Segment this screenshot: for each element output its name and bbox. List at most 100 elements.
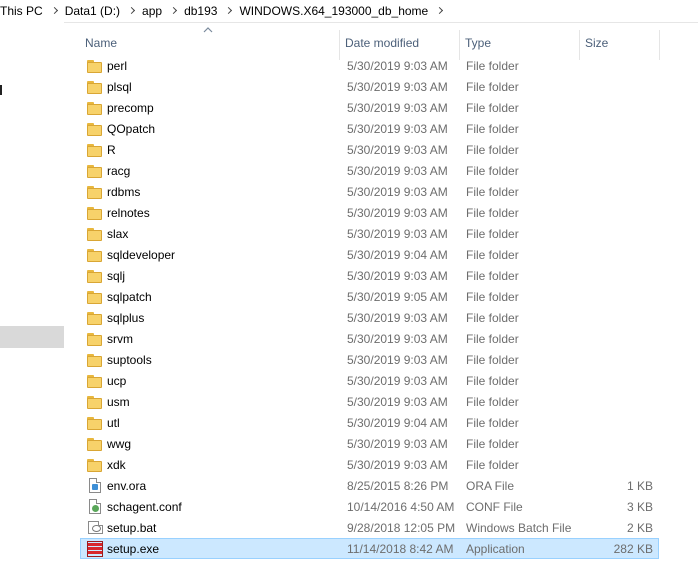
address-breadcrumb: This PC Data1 (D:) app db193 WINDOWS.X64… bbox=[0, 0, 698, 23]
file-row[interactable]: racg 5/30/2019 9:03 AM File folder bbox=[80, 160, 659, 181]
file-size bbox=[581, 203, 653, 224]
file-row[interactable]: rdbms 5/30/2019 9:03 AM File folder bbox=[80, 181, 659, 202]
folder-icon bbox=[87, 394, 103, 410]
breadcrumb-db-home[interactable]: WINDOWS.X64_193000_db_home bbox=[237, 0, 448, 22]
breadcrumb-db193[interactable]: db193 bbox=[182, 0, 237, 22]
column-header-label: Name bbox=[85, 36, 118, 50]
application-icon bbox=[87, 541, 103, 557]
file-type: File folder bbox=[466, 416, 519, 430]
chevron-right-icon[interactable] bbox=[434, 0, 448, 22]
file-date: 5/30/2019 9:03 AM bbox=[347, 395, 448, 409]
file-name: sqldeveloper bbox=[107, 248, 176, 262]
breadcrumb-label: db193 bbox=[184, 4, 218, 18]
file-row[interactable]: sqldeveloper 5/30/2019 9:04 AM File folder bbox=[80, 244, 659, 265]
file-row[interactable]: sqlj 5/30/2019 9:03 AM File folder bbox=[80, 265, 659, 286]
file-type: File folder bbox=[466, 437, 519, 451]
chevron-right-icon[interactable] bbox=[223, 0, 237, 22]
breadcrumb-this-pc[interactable]: This PC bbox=[0, 0, 63, 22]
navigation-pane[interactable] bbox=[0, 22, 64, 564]
file-type: File folder bbox=[466, 206, 519, 220]
file-row[interactable]: R 5/30/2019 9:03 AM File folder bbox=[80, 139, 659, 160]
breadcrumb-app[interactable]: app bbox=[140, 0, 182, 22]
folder-icon bbox=[87, 184, 103, 200]
batch-file-icon bbox=[88, 521, 103, 534]
file-date: 5/30/2019 9:04 AM bbox=[347, 248, 448, 262]
folder-icon bbox=[87, 247, 103, 263]
file-date: 11/14/2018 8:42 AM bbox=[347, 542, 454, 556]
file-size bbox=[581, 182, 653, 203]
file-type: File folder bbox=[466, 311, 519, 325]
file-name: plsql bbox=[107, 80, 132, 94]
file-date: 5/30/2019 9:03 AM bbox=[347, 311, 448, 325]
file-size bbox=[581, 329, 653, 350]
file-type: File folder bbox=[466, 290, 519, 304]
file-type: File folder bbox=[466, 248, 519, 262]
file-row[interactable]: setup.bat 9/28/2018 12:05 PM Windows Batch… bbox=[80, 517, 659, 538]
file-list: perl 5/30/2019 9:03 AM File folder plsql 5/… bbox=[80, 55, 698, 559]
file-date: 5/30/2019 9:03 AM bbox=[347, 143, 448, 157]
chevron-right-icon[interactable] bbox=[126, 0, 140, 22]
file-size bbox=[581, 287, 653, 308]
file-row[interactable]: sqlpatch 5/30/2019 9:05 AM File folder bbox=[80, 286, 659, 307]
folder-icon bbox=[87, 163, 103, 179]
file-date: 5/30/2019 9:03 AM bbox=[347, 332, 448, 346]
folder-icon bbox=[87, 373, 103, 389]
file-name: utl bbox=[107, 416, 120, 430]
file-date: 5/30/2019 9:03 AM bbox=[347, 164, 448, 178]
file-row[interactable]: precomp 5/30/2019 9:03 AM File folder bbox=[80, 97, 659, 118]
file-name: sqlplus bbox=[107, 311, 145, 325]
file-row[interactable]: sqlplus 5/30/2019 9:03 AM File folder bbox=[80, 307, 659, 328]
file-name: xdk bbox=[107, 458, 126, 472]
file-row[interactable]: schagent.conf 10/14/2016 4:50 AM CONF File… bbox=[80, 496, 659, 517]
file-row[interactable]: env.ora 8/25/2015 8:26 PM ORA File 1 KB bbox=[80, 475, 659, 496]
file-row[interactable]: plsql 5/30/2019 9:03 AM File folder bbox=[80, 76, 659, 97]
nav-selected-item[interactable] bbox=[0, 326, 64, 348]
file-name: wwg bbox=[107, 437, 132, 451]
breadcrumb-label: app bbox=[142, 4, 163, 18]
folder-icon bbox=[87, 310, 103, 326]
file-row[interactable]: QOpatch 5/30/2019 9:03 AM File folder bbox=[80, 118, 659, 139]
file-date: 5/30/2019 9:03 AM bbox=[347, 122, 448, 136]
file-type: File folder bbox=[466, 227, 519, 241]
file-size bbox=[581, 371, 653, 392]
file-row[interactable]: srvm 5/30/2019 9:03 AM File folder bbox=[80, 328, 659, 349]
file-size bbox=[581, 434, 653, 455]
file-row[interactable]: suptools 5/30/2019 9:03 AM File folder bbox=[80, 349, 659, 370]
file-row[interactable]: utl 5/30/2019 9:04 AM File folder bbox=[80, 412, 659, 433]
file-size bbox=[581, 350, 653, 371]
file-type: File folder bbox=[466, 395, 519, 409]
file-size bbox=[581, 140, 653, 161]
breadcrumb-label: This PC bbox=[0, 4, 43, 18]
breadcrumb-data1[interactable]: Data1 (D:) bbox=[63, 0, 140, 22]
file-type: ORA File bbox=[466, 479, 515, 493]
file-date: 8/25/2015 8:26 PM bbox=[347, 479, 449, 493]
file-row[interactable]: xdk 5/30/2019 9:03 AM File folder bbox=[80, 454, 659, 475]
chevron-right-icon[interactable] bbox=[168, 0, 182, 22]
column-header-label: Size bbox=[585, 36, 609, 50]
file-row[interactable]: ucp 5/30/2019 9:03 AM File folder bbox=[80, 370, 659, 391]
chevron-right-icon[interactable] bbox=[49, 0, 63, 22]
folder-icon bbox=[87, 121, 103, 137]
file-row[interactable]: relnotes 5/30/2019 9:03 AM File folder bbox=[80, 202, 659, 223]
file-date: 5/30/2019 9:03 AM bbox=[347, 374, 448, 388]
file-date: 5/30/2019 9:03 AM bbox=[347, 80, 448, 94]
breadcrumb-label: WINDOWS.X64_193000_db_home bbox=[239, 4, 429, 18]
folder-icon bbox=[87, 289, 103, 305]
file-row[interactable]: slax 5/30/2019 9:03 AM File folder bbox=[80, 223, 659, 244]
file-date: 5/30/2019 9:03 AM bbox=[347, 458, 448, 472]
file-row-selected[interactable]: setup.exe 11/14/2018 8:42 AM Application 28… bbox=[80, 538, 659, 559]
file-row[interactable]: usm 5/30/2019 9:03 AM File folder bbox=[80, 391, 659, 412]
file-name: suptools bbox=[107, 353, 152, 367]
file-date: 5/30/2019 9:03 AM bbox=[347, 59, 448, 73]
file-size bbox=[581, 413, 653, 434]
file-name: R bbox=[107, 143, 116, 157]
file-name: sqlpatch bbox=[107, 290, 152, 304]
file-size bbox=[581, 161, 653, 182]
file-date: 5/30/2019 9:05 AM bbox=[347, 290, 448, 304]
file-row[interactable]: wwg 5/30/2019 9:03 AM File folder bbox=[80, 433, 659, 454]
file-type: File folder bbox=[466, 143, 519, 157]
file-row[interactable]: perl 5/30/2019 9:03 AM File folder bbox=[80, 55, 659, 76]
folder-icon bbox=[87, 100, 103, 116]
file-name: racg bbox=[107, 164, 131, 178]
breadcrumb-label: Data1 (D:) bbox=[64, 4, 121, 18]
